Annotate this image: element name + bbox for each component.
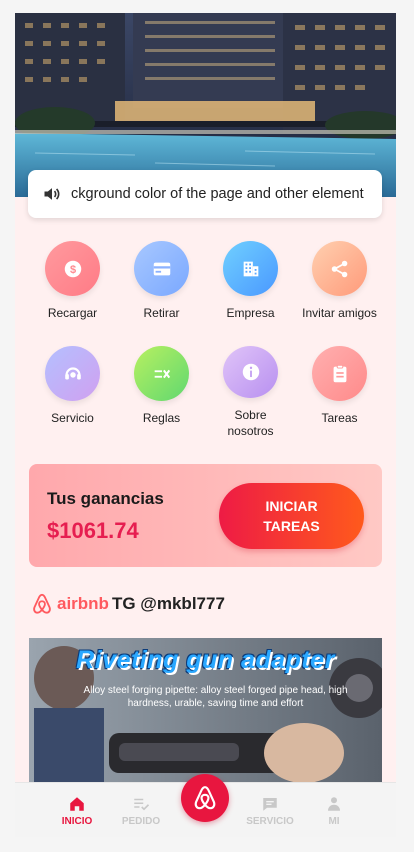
rules-icon bbox=[134, 346, 189, 401]
action-label: Invitar amigos bbox=[302, 306, 377, 320]
dollar-coin-icon: $ bbox=[45, 241, 100, 296]
airbnb-logo-icon bbox=[194, 786, 216, 810]
action-label: Reglas bbox=[142, 411, 181, 425]
tab-label: PEDIDO bbox=[121, 815, 161, 827]
tab-label: MI bbox=[328, 815, 340, 827]
share-icon bbox=[312, 241, 367, 296]
banner-subtitle: Alloy steel forging pipette: alloy steel… bbox=[83, 685, 348, 709]
action-sobre-nosotros[interactable]: Sobre nosotros bbox=[206, 346, 295, 439]
promo-banner[interactable]: Riveting gun adapter Alloy steel forging… bbox=[29, 638, 382, 788]
action-label: Empresa bbox=[226, 306, 275, 320]
action-retirar[interactable]: Retirar bbox=[117, 241, 206, 334]
clipboard-icon bbox=[312, 346, 367, 401]
home-icon bbox=[70, 796, 84, 811]
chat-icon bbox=[263, 797, 277, 811]
brand-line: airbnb TG @mkbl777 bbox=[31, 591, 225, 617]
start-tasks-label: INICIAR TAREAS bbox=[263, 498, 320, 534]
tab-label: SERVICIO bbox=[246, 815, 294, 827]
announcement-bar[interactable]: ckground color of the page and other ele… bbox=[28, 170, 382, 218]
action-servicio[interactable]: Servicio bbox=[28, 346, 117, 439]
svg-text:$: $ bbox=[69, 264, 75, 276]
customer-service-icon bbox=[45, 346, 100, 401]
person-icon bbox=[328, 796, 340, 811]
telegram-handle: TG @mkbl777 bbox=[111, 594, 225, 613]
speaker-icon bbox=[44, 188, 60, 200]
center-home-button[interactable] bbox=[181, 774, 229, 822]
tab-inicio[interactable]: INICIO bbox=[47, 783, 107, 837]
action-label: Recargar bbox=[47, 306, 98, 320]
credit-card-icon bbox=[134, 241, 189, 296]
earnings-title: Tus ganancias bbox=[47, 489, 164, 508]
list-check-icon bbox=[134, 798, 150, 810]
app-screen: ckground color of the page and other ele… bbox=[15, 13, 396, 837]
building-icon bbox=[223, 241, 278, 296]
action-recargar[interactable]: $ Recargar bbox=[28, 241, 117, 334]
earnings-amount: $1061.74 bbox=[47, 518, 139, 543]
tab-mi[interactable]: MI bbox=[304, 783, 364, 837]
action-label: Sobre nosotros bbox=[227, 408, 274, 438]
announcement-text: ckground color of the page and other ele… bbox=[71, 186, 364, 202]
airbnb-logo-icon bbox=[33, 593, 51, 614]
brand-wordmark: airbnb bbox=[57, 594, 109, 613]
action-label: Retirar bbox=[143, 306, 180, 320]
tab-pedido[interactable]: PEDIDO bbox=[111, 783, 171, 837]
action-grid: $ Recargar Retirar Empresa Invitar amigo… bbox=[28, 241, 384, 439]
banner-title: Riveting gun adapter bbox=[76, 646, 335, 674]
earnings-card: Tus ganancias $1061.74 INICIAR TAREAS bbox=[29, 464, 382, 567]
action-label: Servicio bbox=[51, 411, 94, 425]
action-invitar-amigos[interactable]: Invitar amigos bbox=[295, 241, 384, 334]
action-label: Tareas bbox=[321, 411, 358, 425]
action-reglas[interactable]: Reglas bbox=[117, 346, 206, 439]
action-empresa[interactable]: Empresa bbox=[206, 241, 295, 334]
info-icon bbox=[223, 346, 278, 398]
tab-label: INICIO bbox=[61, 815, 93, 827]
start-tasks-button[interactable]: INICIAR TAREAS bbox=[219, 483, 364, 549]
action-tareas[interactable]: Tareas bbox=[295, 346, 384, 439]
tab-servicio[interactable]: SERVICIO bbox=[240, 783, 300, 837]
